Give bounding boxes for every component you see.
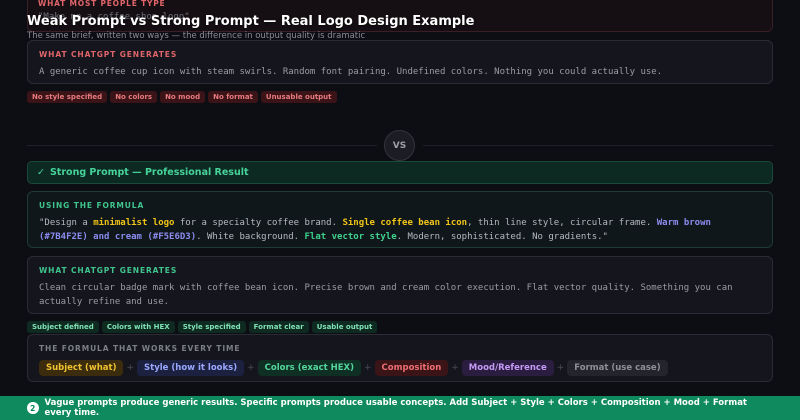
strong-output-text: Clean circular badge mark with coffee be… bbox=[39, 283, 733, 307]
prompt-segment: . Modern, sophisticated. No gradients." bbox=[396, 232, 608, 242]
strong-tag: Style specified bbox=[177, 321, 246, 333]
prompt-segment: . White background. bbox=[196, 232, 305, 242]
strong-prompt-header: ✓ Strong Prompt — Professional Result bbox=[27, 161, 773, 184]
prompt-highlight-subject: Single coffee bean icon bbox=[342, 218, 468, 228]
summary-bar: 2 Vague prompts produce generic results.… bbox=[0, 396, 800, 420]
weak-output-label: WHAT CHATGPT GENERATES bbox=[39, 50, 178, 59]
strong-tag: Format clear bbox=[248, 321, 309, 333]
strong-output-label: WHAT CHATGPT GENERATES bbox=[39, 266, 178, 275]
weak-tag: No format bbox=[208, 91, 258, 103]
page-title: Weak Prompt vs Strong Prompt — Real Logo… bbox=[27, 14, 475, 29]
plus-icon: + bbox=[364, 363, 372, 373]
strong-prompt-card: USING THE FORMULA "Design a minimalist l… bbox=[27, 191, 773, 248]
prompt-highlight-style: minimalist logo bbox=[93, 218, 175, 228]
strong-output-card: WHAT CHATGPT GENERATES Clean circular ba… bbox=[27, 256, 773, 314]
formula-chip-style: Style (how it looks) bbox=[137, 360, 245, 376]
weak-tag: No style specified bbox=[27, 91, 108, 103]
prompt-segment: "Design a bbox=[39, 218, 94, 228]
strong-prompt-text: "Design a minimalist logo for a specialt… bbox=[39, 216, 761, 244]
weak-tags: No style specified No colors No mood No … bbox=[27, 91, 337, 103]
prompt-segment: , thin line style, circular frame. bbox=[467, 218, 657, 228]
vs-divider-right bbox=[423, 145, 773, 146]
formula-chip-colors: Colors (exact HEX) bbox=[257, 360, 361, 376]
prompt-highlight-format: Flat vector style bbox=[304, 232, 397, 242]
weak-output-text: A generic coffee cup icon with steam swi… bbox=[39, 67, 663, 77]
weak-tag: No colors bbox=[110, 91, 158, 103]
formula-chips: Subject (what) + Style (how it looks) + … bbox=[39, 360, 761, 376]
vs-badge: VS bbox=[384, 130, 415, 161]
strong-tag: Colors with HEX bbox=[101, 321, 175, 333]
strong-tag: Usable output bbox=[311, 321, 378, 333]
summary-text: Vague prompts produce generic results. S… bbox=[44, 398, 748, 418]
formula-label: THE FORMULA THAT WORKS EVERY TIME bbox=[39, 344, 241, 353]
formula-card: THE FORMULA THAT WORKS EVERY TIME Subjec… bbox=[27, 334, 773, 382]
plus-icon: + bbox=[126, 363, 135, 373]
weak-tag: Unusable output bbox=[260, 91, 337, 103]
plus-icon: + bbox=[556, 363, 565, 373]
formula-chip-format: Format (use case) bbox=[567, 360, 668, 376]
weak-output-card: WHAT CHATGPT GENERATES A generic coffee … bbox=[27, 40, 773, 84]
strong-prompt-title: Strong Prompt — Professional Result bbox=[49, 167, 249, 178]
strong-tags: Subject defined Colors with HEX Style sp… bbox=[27, 321, 378, 333]
prompt-segment: for a specialty coffee brand. bbox=[174, 218, 343, 228]
step-number-badge: 2 bbox=[27, 402, 39, 414]
formula-chip-mood: Mood/Reference bbox=[461, 360, 554, 376]
check-icon: ✓ bbox=[37, 167, 45, 178]
weak-tag: No mood bbox=[160, 91, 206, 103]
strong-tag: Subject defined bbox=[27, 321, 99, 333]
weak-prompt-label: WHAT MOST PEOPLE TYPE bbox=[38, 0, 166, 8]
formula-chip-composition: Composition bbox=[374, 360, 449, 376]
formula-chip-subject: Subject (what) bbox=[39, 360, 124, 376]
plus-icon: + bbox=[451, 363, 459, 373]
plus-icon: + bbox=[247, 363, 255, 373]
vs-divider-left bbox=[27, 145, 377, 146]
strong-prompt-label: USING THE FORMULA bbox=[39, 201, 145, 210]
